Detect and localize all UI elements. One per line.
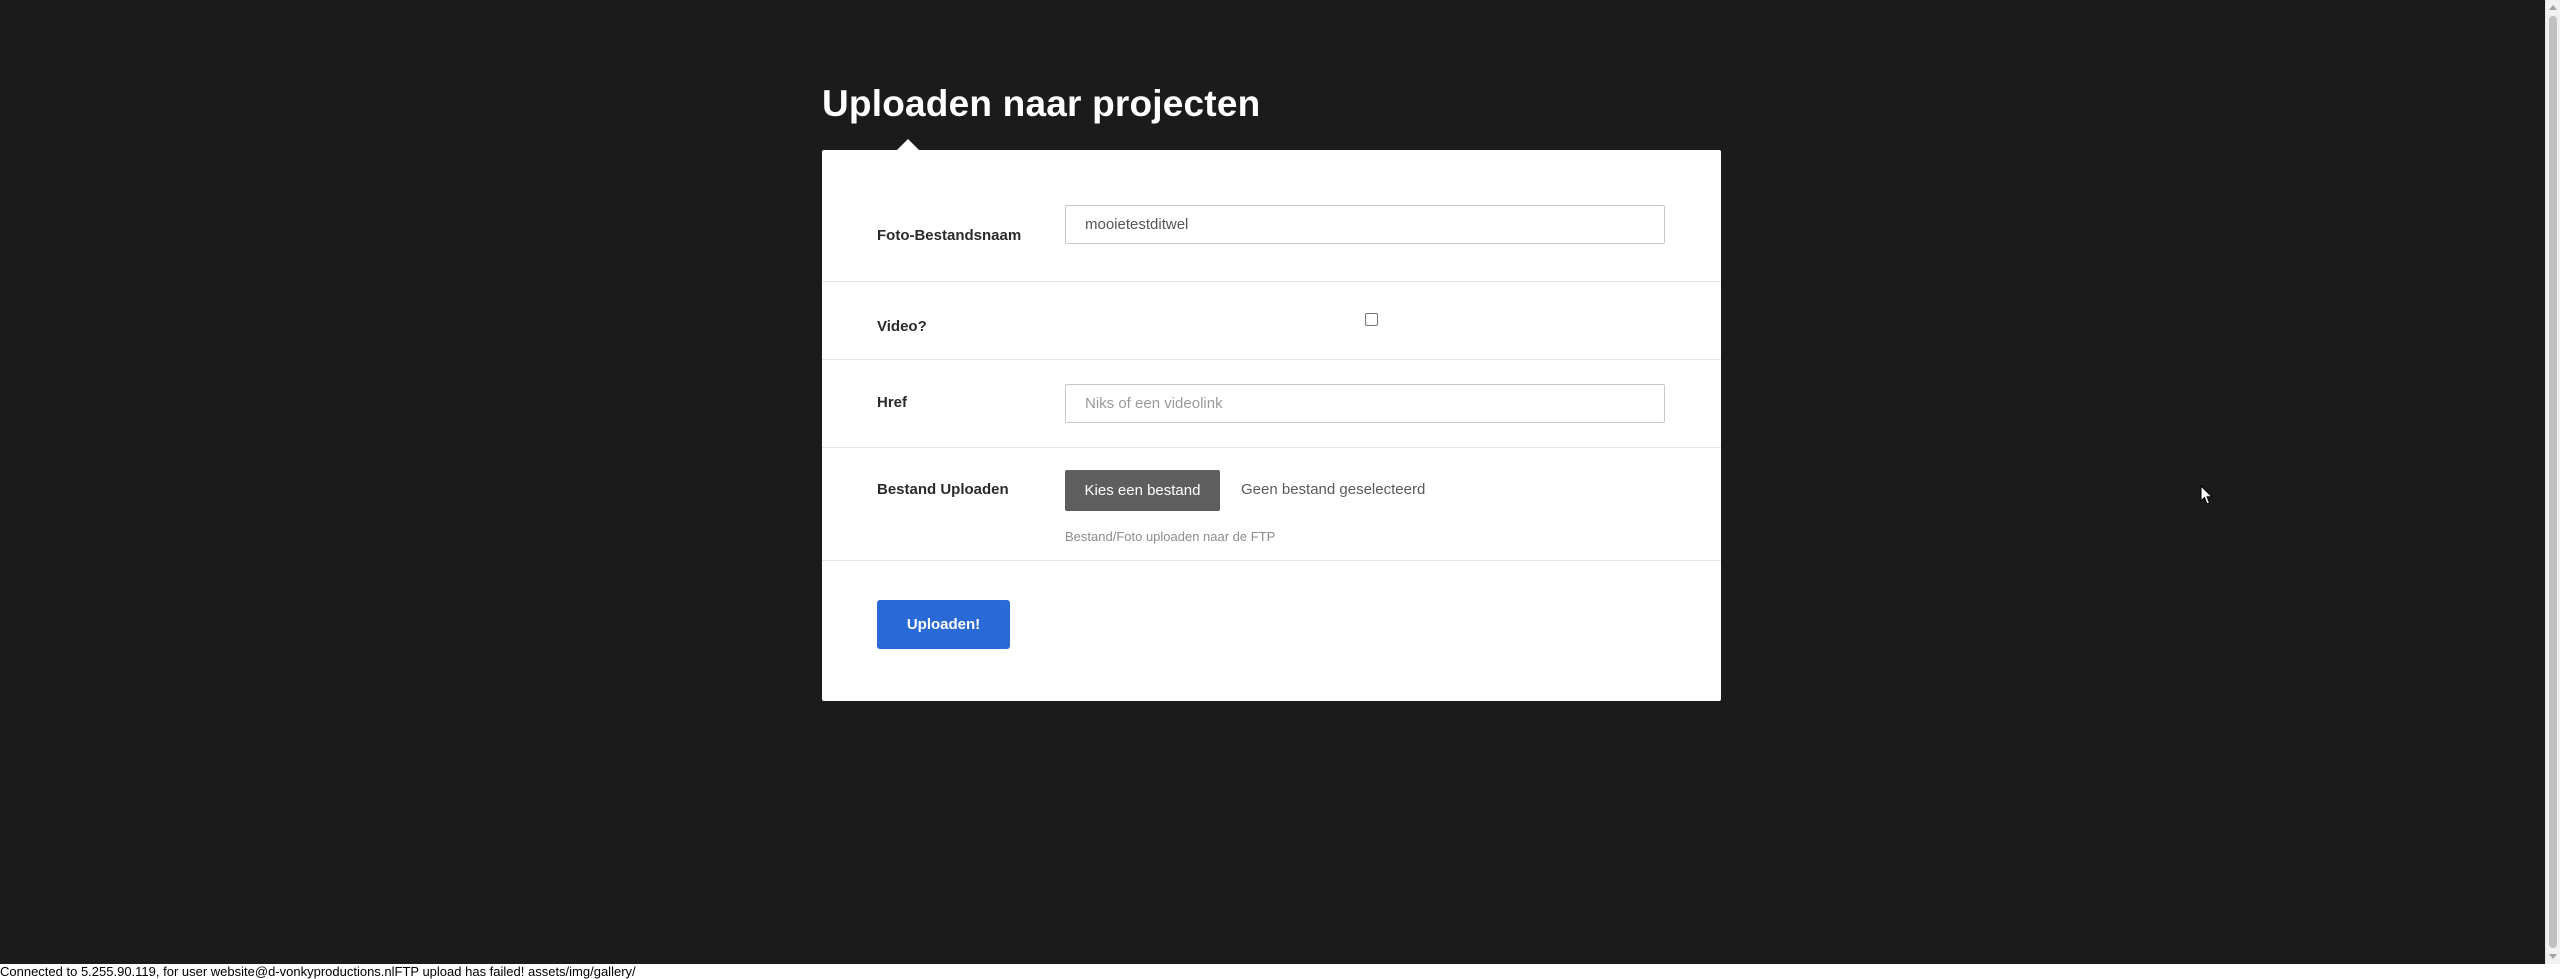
upload-submit-button[interactable]: Uploaden! [877,600,1010,649]
file-upload-label: Bestand Uploaden [877,481,1009,498]
mouse-pointer-icon [2200,485,2214,505]
vertical-scrollbar[interactable] [2545,0,2560,964]
video-row: Video? [822,282,1721,360]
scrollbar-thumb[interactable] [2549,16,2557,948]
filename-row: Foto-Bestandsnaam [822,150,1721,282]
filename-input[interactable] [1065,205,1665,244]
href-input[interactable] [1065,384,1665,423]
video-checkbox[interactable] [1365,313,1378,326]
status-message: Connected to 5.255.90.119, for user webs… [0,964,636,979]
page-viewport: Uploaden naar projecten Foto-Bestandsnaa… [0,0,2545,964]
card-pointer-arrow [897,139,919,150]
href-label: Href [877,394,908,411]
scroll-down-arrow-icon[interactable] [2549,954,2557,959]
file-selection-status: Geen bestand geselecteerd [1241,481,1426,498]
choose-file-button[interactable]: Kies een bestand [1065,470,1220,511]
file-upload-row: Bestand Uploaden Kies een bestand Geen b… [822,448,1721,561]
filename-label: Foto-Bestandsnaam [877,227,1022,244]
file-upload-help-text: Bestand/Foto uploaden naar de FTP [1065,529,1276,544]
video-label: Video? [877,318,927,335]
page-title: Uploaden naar projecten [822,83,1261,124]
upload-form: Foto-Bestandsnaam Video? Href Bestand Up… [822,150,1721,701]
href-row: Href [822,360,1721,448]
scroll-up-arrow-icon[interactable] [2549,5,2557,10]
